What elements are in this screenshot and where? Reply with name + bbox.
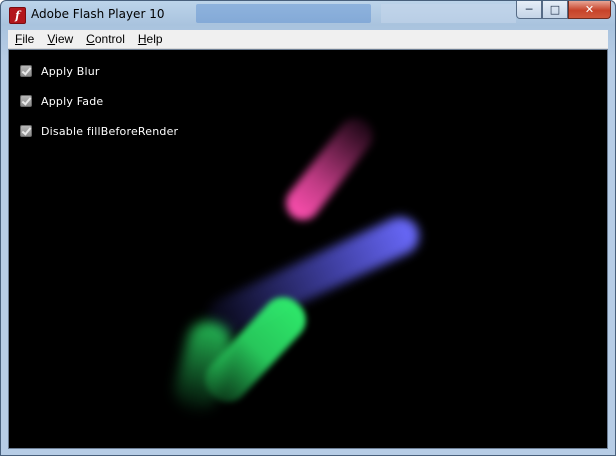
menu-control-label: ontrol [94,32,125,46]
option-disable-fill-label: Disable fillBeforeRender [41,124,179,138]
window-title: Adobe Flash Player 10 [31,7,165,21]
menu-file-label: ile [22,32,35,46]
flash-app-icon: f [9,7,26,24]
window-controls: ─ □ ✕ [516,1,611,21]
background-window-area [381,4,516,23]
menu-help[interactable]: Help [131,32,169,46]
blue-trail [200,210,426,343]
menu-control[interactable]: Control [79,32,131,46]
maximize-button[interactable]: □ [542,1,568,19]
menu-control-mnemonic: C [86,32,95,46]
menu-file[interactable]: File [8,32,40,46]
menu-view-mnemonic: V [47,32,56,46]
minimize-button[interactable]: ─ [516,1,542,19]
background-window-tab [196,4,371,23]
checkbox-apply-fade[interactable] [20,95,32,107]
menu-view[interactable]: View [40,32,79,46]
menu-help-mnemonic: H [137,32,147,46]
option-apply-blur[interactable]: Apply Blur [20,63,100,79]
menu-bar: File View Control Help [8,30,608,49]
menu-help-label: elp [146,32,163,46]
title-bar[interactable]: f Adobe Flash Player 10 ─ □ ✕ [1,1,615,29]
flash-player-window: f Adobe Flash Player 10 ─ □ ✕ File View … [0,0,616,456]
pink-trail [279,111,380,227]
checkbox-disable-fill[interactable] [20,125,32,137]
flash-stage[interactable]: Apply Blur Apply Fade Disable fillBefore… [8,49,608,449]
option-apply-blur-label: Apply Blur [41,64,100,78]
menu-view-label: iew [55,32,74,46]
close-button[interactable]: ✕ [568,1,611,19]
option-apply-fade[interactable]: Apply Fade [20,93,103,109]
checkbox-apply-blur[interactable] [20,65,32,77]
option-apply-fade-label: Apply Fade [41,94,104,108]
option-disable-fill[interactable]: Disable fillBeforeRender [20,123,178,139]
